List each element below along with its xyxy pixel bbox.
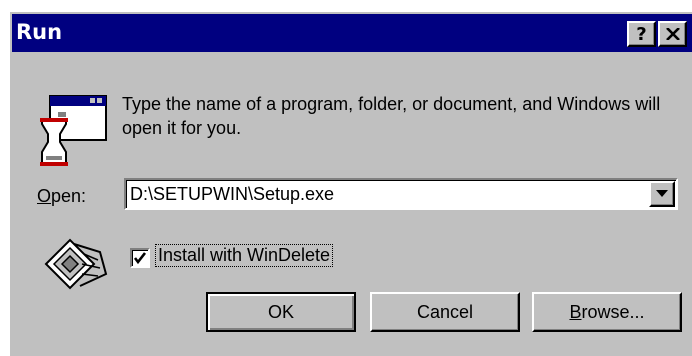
open-combobox[interactable]: D:\SETUPWIN\Setup.exe xyxy=(124,178,678,210)
title-bar[interactable]: Run ? xyxy=(12,14,692,52)
help-button[interactable]: ? xyxy=(627,21,656,47)
open-label: Open: xyxy=(37,186,87,206)
windelete-setup-icon xyxy=(44,238,108,290)
chevron-down-icon xyxy=(656,190,668,197)
run-dialog: Run ? Type the name of a program, folder… xyxy=(8,10,692,356)
close-icon xyxy=(665,28,680,40)
instruction-text: Type the name of a program, folder, or d… xyxy=(122,94,661,138)
checkmark-icon xyxy=(133,252,147,265)
help-icon: ? xyxy=(636,23,647,45)
cancel-button[interactable]: Cancel xyxy=(370,292,520,332)
dropdown-button[interactable] xyxy=(649,181,675,207)
install-checkbox[interactable] xyxy=(130,248,150,268)
run-program-icon xyxy=(40,95,107,166)
ok-button[interactable]: OK xyxy=(206,292,356,332)
open-input[interactable]: D:\SETUPWIN\Setup.exe xyxy=(130,184,334,205)
window-title: Run xyxy=(16,20,63,44)
close-button[interactable] xyxy=(658,21,687,47)
browse-button[interactable]: Browse... xyxy=(532,292,682,332)
install-checkbox-label[interactable]: Install with WinDelete xyxy=(154,244,334,267)
